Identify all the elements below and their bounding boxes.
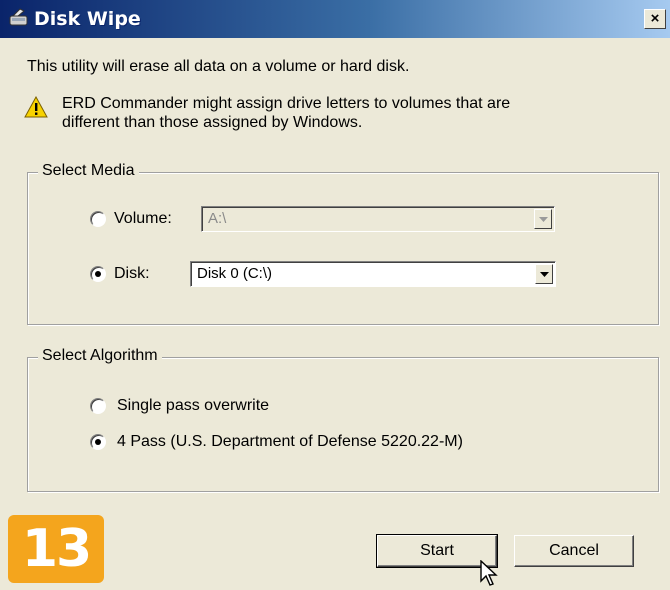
step-number-badge: 13 (8, 515, 104, 583)
volume-select-value: A:\ (208, 210, 227, 227)
close-icon: × (650, 10, 660, 27)
warning-icon (24, 96, 48, 118)
disk-radio[interactable] (90, 266, 106, 282)
disk-select[interactable]: Disk 0 (C:\) (190, 261, 556, 287)
volume-radio[interactable] (90, 211, 106, 227)
cancel-button[interactable]: Cancel (514, 535, 634, 567)
close-button[interactable]: × (644, 9, 666, 29)
warning-line-2: different than those assigned by Windows… (62, 114, 363, 131)
intro-text: This utility will erase all data on a vo… (27, 58, 410, 75)
title-bar[interactable]: Disk Wipe × (0, 0, 670, 38)
single-pass-radio[interactable] (90, 398, 106, 414)
warning-line-1: ERD Commander might assign drive letters… (62, 95, 511, 112)
disk-label: Disk: (114, 265, 150, 282)
select-algorithm-legend: Select Algorithm (38, 347, 162, 365)
four-pass-label: 4 Pass (U.S. Department of Defense 5220.… (117, 433, 463, 450)
select-media-legend: Select Media (38, 162, 139, 180)
disk-dropdown-button[interactable] (535, 264, 553, 284)
volume-select[interactable]: A:\ (201, 206, 555, 232)
select-media-group: Select Media Volume: A:\ Disk: Disk 0 (C… (27, 162, 659, 325)
chevron-down-icon (539, 217, 548, 222)
mouse-pointer-icon (480, 560, 498, 586)
warning-text: ERD Commander might assign drive letters… (62, 94, 582, 132)
disk-wipe-dialog: Disk Wipe × This utility will erase all … (0, 0, 670, 590)
volume-dropdown-button[interactable] (534, 209, 552, 229)
four-pass-radio-dot (95, 439, 101, 445)
disk-wipe-icon (9, 8, 28, 26)
disk-radio-dot (95, 271, 101, 277)
disk-select-value: Disk 0 (C:\) (197, 265, 272, 282)
window-title: Disk Wipe (34, 8, 141, 30)
volume-label: Volume: (114, 210, 172, 227)
four-pass-radio[interactable] (90, 434, 106, 450)
start-button[interactable]: Start (376, 534, 498, 568)
select-algorithm-group: Select Algorithm Single pass overwrite 4… (27, 347, 659, 492)
chevron-down-icon (540, 272, 549, 277)
single-pass-label: Single pass overwrite (117, 397, 270, 414)
